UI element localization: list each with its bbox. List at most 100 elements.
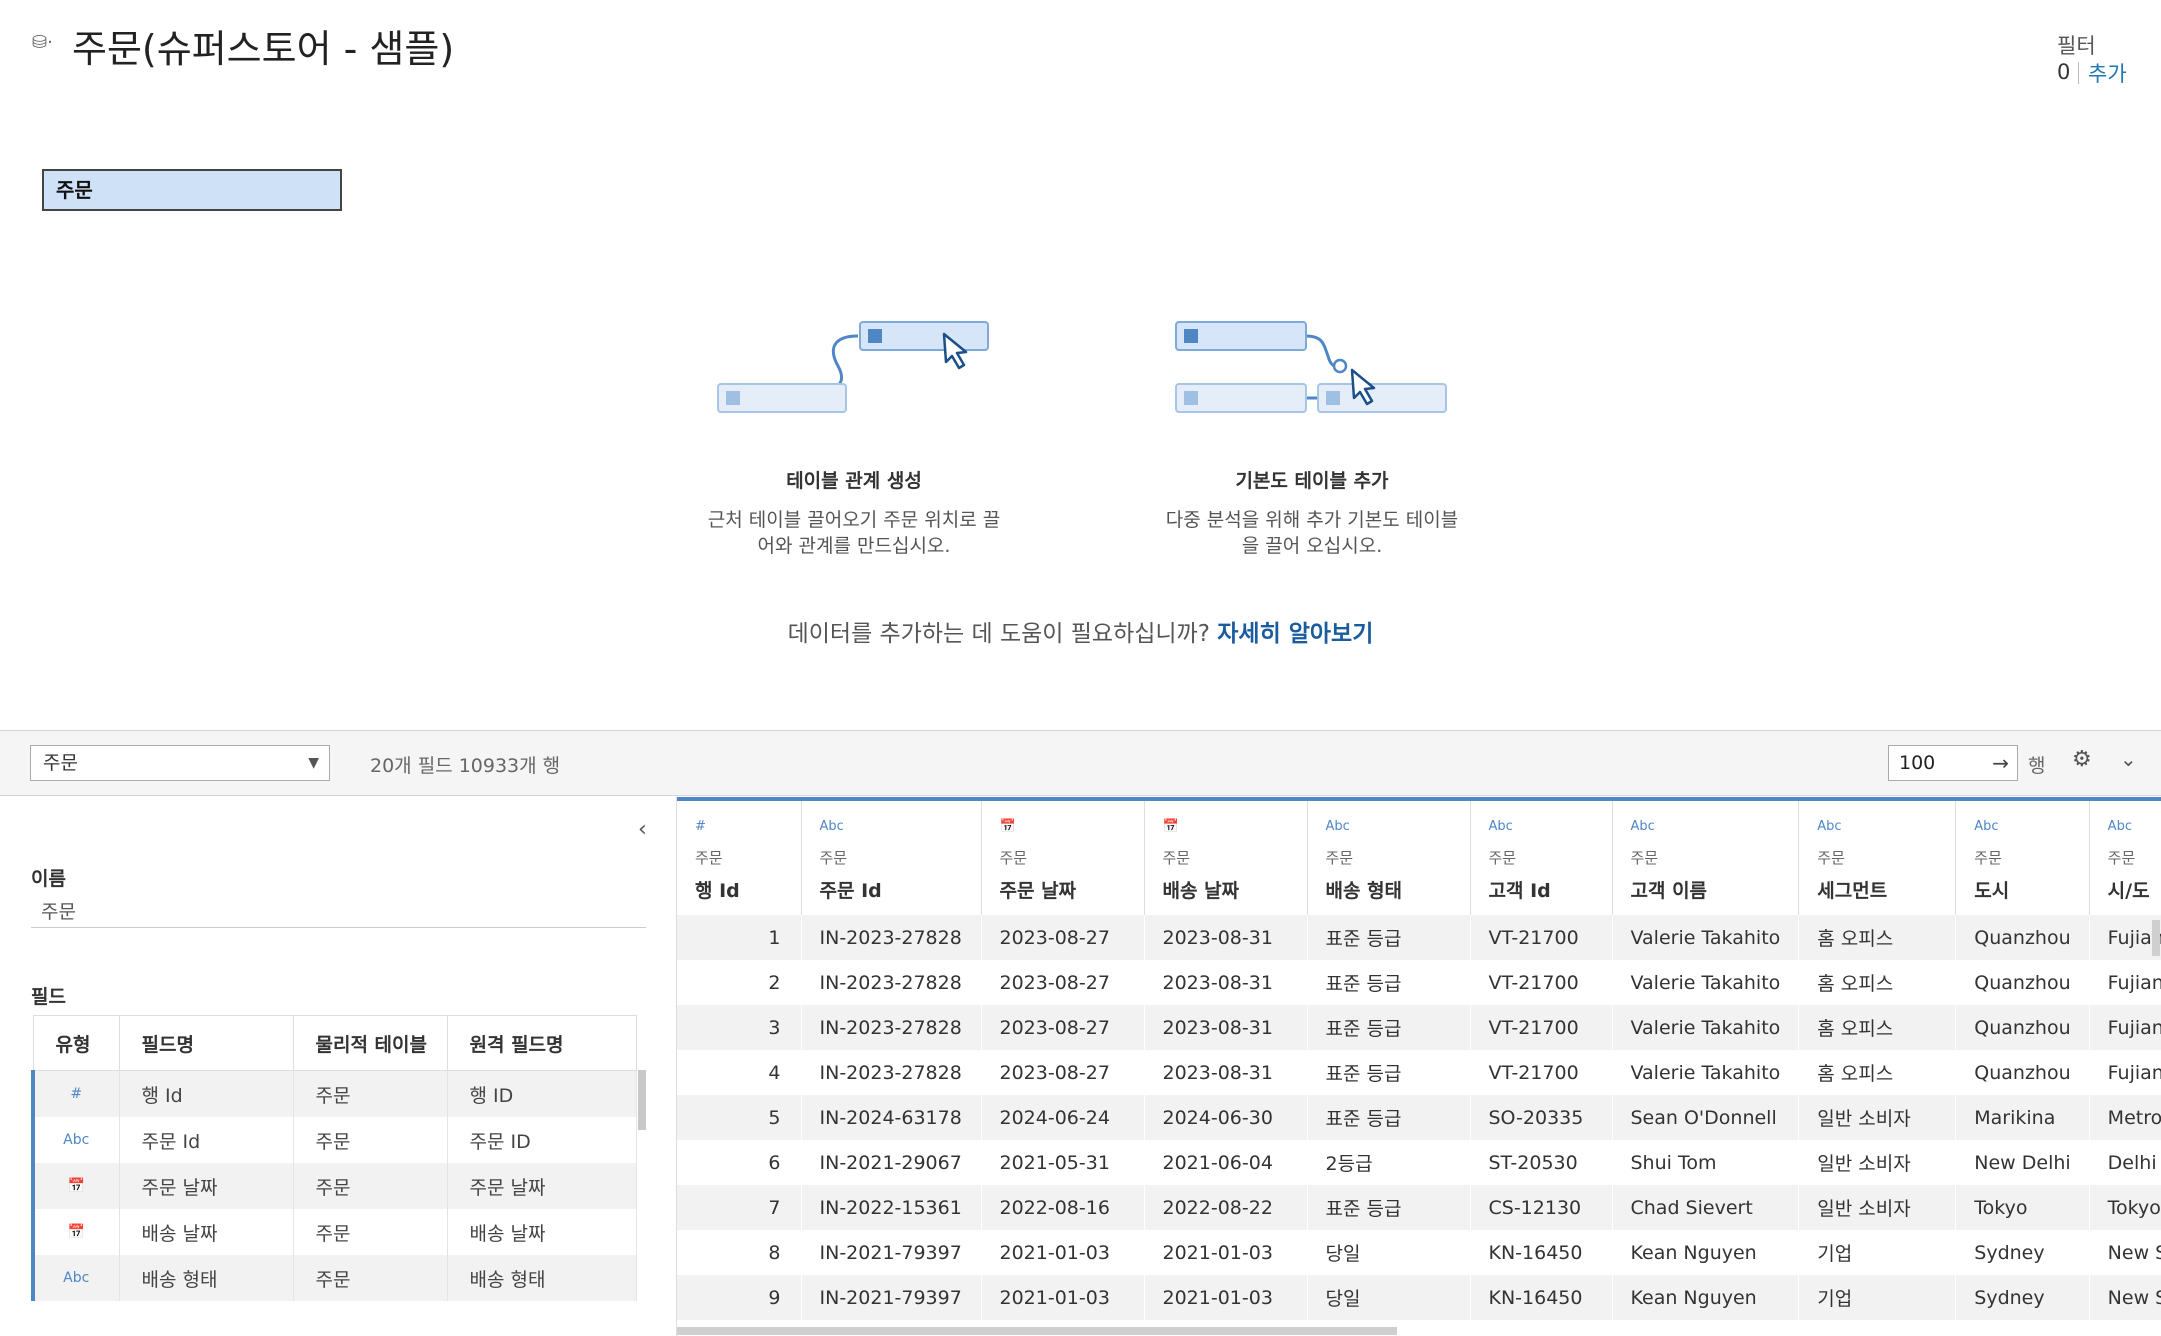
grid-cell[interactable]: KN-16450 <box>1470 1275 1613 1320</box>
rows-count-input[interactable]: 100 → <box>1888 745 2018 781</box>
table-row[interactable]: 4 IN-2023-27828 2023-08-27 2023-08-31 표준 등급 V… <box>677 1050 2161 1095</box>
grid-cell[interactable]: Fujian <box>2089 915 2161 960</box>
grid-cell[interactable]: 2등급 <box>1307 1140 1471 1185</box>
field-row[interactable]: 📅 주문 날짜 주문 주문 날짜 <box>31 1163 637 1209</box>
field-name-cell[interactable]: 주문 Id <box>119 1117 294 1163</box>
grid-cell[interactable]: Quanzhou <box>1955 1005 2090 1050</box>
grid-column-header[interactable]: 📅 주문 주문 날짜 <box>981 797 1145 915</box>
grid-column-header[interactable]: Abc 주문 고객 Id <box>1470 797 1613 915</box>
grid-cell[interactable]: 2023-08-27 <box>981 1005 1145 1050</box>
grid-cell[interactable]: 2023-08-27 <box>981 1050 1145 1095</box>
column-header-field-name[interactable]: 필드명 <box>118 1015 294 1071</box>
grid-cell[interactable]: 일반 소비자 <box>1798 1095 1957 1140</box>
grid-cell[interactable]: 3 <box>677 1005 802 1050</box>
grid-cell[interactable]: Valerie Takahito <box>1612 1050 1800 1095</box>
table-name-field[interactable]: 주문 <box>41 897 76 924</box>
datasource-title[interactable]: 주문(슈퍼스토어 - 샘플) <box>72 18 454 73</box>
field-name-cell[interactable]: 배송 형태 <box>119 1255 294 1301</box>
grid-cell[interactable]: Metro Manila <box>2089 1095 2161 1140</box>
grid-cell[interactable]: 기업 <box>1798 1275 1957 1320</box>
logical-table-orders[interactable]: 주문 <box>42 169 342 211</box>
grid-cell[interactable]: Quanzhou <box>1955 1050 2090 1095</box>
field-row[interactable]: 📅 배송 날짜 주문 배송 날짜 <box>31 1209 637 1255</box>
grid-cell[interactable]: 5 <box>677 1095 802 1140</box>
table-row[interactable]: 3 IN-2023-27828 2023-08-27 2023-08-31 표준 등급 V… <box>677 1005 2161 1050</box>
grid-cell[interactable]: 2023-08-31 <box>1144 915 1308 960</box>
grid-cell[interactable]: Marikina <box>1955 1095 2090 1140</box>
grid-cell[interactable]: 표준 등급 <box>1307 1050 1471 1095</box>
database-icon[interactable]: ⛁· <box>32 32 53 53</box>
grid-cell[interactable]: CS-12130 <box>1470 1185 1613 1230</box>
gear-icon[interactable]: ⚙ <box>2072 747 2092 772</box>
learn-more-link[interactable]: 자세히 알아보기 <box>1217 621 1373 647</box>
grid-column-header[interactable]: Abc 주문 세그먼트 <box>1798 797 1957 915</box>
scrollbar[interactable] <box>638 1070 646 1130</box>
grid-cell[interactable]: SO-20335 <box>1470 1095 1613 1140</box>
grid-cell[interactable]: Fujian <box>2089 960 2161 1005</box>
grid-cell[interactable]: 2024-06-24 <box>981 1095 1145 1140</box>
grid-cell[interactable]: 2021-01-03 <box>981 1275 1145 1320</box>
field-row[interactable]: Abc 배송 형태 주문 배송 형태 <box>31 1255 637 1301</box>
grid-cell[interactable]: 일반 소비자 <box>1798 1185 1957 1230</box>
grid-cell[interactable]: 표준 등급 <box>1307 915 1471 960</box>
grid-cell[interactable]: VT-21700 <box>1470 1005 1613 1050</box>
grid-cell[interactable]: New South Wal <box>2089 1275 2161 1320</box>
grid-cell[interactable]: Sean O'Donnell <box>1612 1095 1800 1140</box>
vertical-scrollbar[interactable] <box>2152 920 2160 956</box>
grid-cell[interactable]: IN-2023-27828 <box>801 960 982 1005</box>
grid-cell[interactable]: 2021-01-03 <box>1144 1275 1308 1320</box>
table-row[interactable]: 7 IN-2022-15361 2022-08-16 2022-08-22 표준 등급 C… <box>677 1185 2161 1230</box>
grid-cell[interactable]: VT-21700 <box>1470 960 1613 1005</box>
grid-cell[interactable]: Tokyo <box>2089 1185 2161 1230</box>
grid-cell[interactable]: ST-20530 <box>1470 1140 1613 1185</box>
grid-cell[interactable]: Sydney <box>1955 1230 2090 1275</box>
field-name-cell[interactable]: 배송 날짜 <box>119 1209 294 1255</box>
field-row[interactable]: Abc 주문 Id 주문 주문 ID <box>31 1117 637 1163</box>
grid-cell[interactable]: Kean Nguyen <box>1612 1230 1800 1275</box>
grid-cell[interactable]: 홈 오피스 <box>1798 1005 1957 1050</box>
grid-cell[interactable]: 7 <box>677 1185 802 1230</box>
arrow-right-icon[interactable]: → <box>1992 746 2009 780</box>
grid-cell[interactable]: IN-2024-63178 <box>801 1095 982 1140</box>
grid-cell[interactable]: 4 <box>677 1050 802 1095</box>
grid-cell[interactable]: Valerie Takahito <box>1612 1005 1800 1050</box>
grid-cell[interactable]: KN-16450 <box>1470 1230 1613 1275</box>
grid-cell[interactable]: 2024-06-30 <box>1144 1095 1308 1140</box>
grid-cell[interactable]: Fujian <box>2089 1050 2161 1095</box>
grid-cell[interactable]: Tokyo <box>1955 1185 2090 1230</box>
grid-column-header[interactable]: Abc 주문 고객 이름 <box>1612 797 1800 915</box>
grid-cell[interactable]: 기업 <box>1798 1230 1957 1275</box>
grid-cell[interactable]: 홈 오피스 <box>1798 960 1957 1005</box>
field-name-cell[interactable]: 주문 날짜 <box>119 1163 294 1209</box>
grid-cell[interactable]: 홈 오피스 <box>1798 1050 1957 1095</box>
grid-cell[interactable]: IN-2021-29067 <box>801 1140 982 1185</box>
grid-cell[interactable]: 8 <box>677 1230 802 1275</box>
grid-cell[interactable]: New South Wal <box>2089 1230 2161 1275</box>
grid-cell[interactable]: 2022-08-22 <box>1144 1185 1308 1230</box>
grid-cell[interactable]: 2023-08-31 <box>1144 1005 1308 1050</box>
grid-cell[interactable]: Quanzhou <box>1955 960 2090 1005</box>
horizontal-scrollbar[interactable] <box>677 1327 1397 1335</box>
table-row[interactable]: 6 IN-2021-29067 2021-05-31 2021-06-04 2등급 ST-… <box>677 1140 2161 1185</box>
field-row[interactable]: # 행 Id 주문 행 ID <box>31 1070 637 1117</box>
grid-cell[interactable]: 표준 등급 <box>1307 1185 1471 1230</box>
grid-cell[interactable]: Delhi <box>2089 1140 2161 1185</box>
grid-column-header[interactable]: # 주문 행 Id <box>677 797 802 915</box>
grid-cell[interactable]: 표준 등급 <box>1307 1095 1471 1140</box>
grid-cell[interactable]: 당일 <box>1307 1275 1471 1320</box>
chevron-down-icon[interactable]: ⌄ <box>2120 747 2137 771</box>
grid-cell[interactable]: 일반 소비자 <box>1798 1140 1957 1185</box>
grid-cell[interactable]: 표준 등급 <box>1307 1005 1471 1050</box>
table-row[interactable]: 9 IN-2021-79397 2021-01-03 2021-01-03 당일 KN-1… <box>677 1275 2161 1320</box>
grid-cell[interactable]: 2 <box>677 960 802 1005</box>
grid-cell[interactable]: 홈 오피스 <box>1798 915 1957 960</box>
grid-cell[interactable]: 2022-08-16 <box>981 1185 1145 1230</box>
grid-cell[interactable]: Shui Tom <box>1612 1140 1800 1185</box>
chevron-left-icon[interactable]: ‹ <box>638 817 647 842</box>
grid-cell[interactable]: VT-21700 <box>1470 915 1613 960</box>
grid-column-header[interactable]: Abc 주문 배송 형태 <box>1307 797 1471 915</box>
grid-cell[interactable]: IN-2021-79397 <box>801 1230 982 1275</box>
column-header-type[interactable]: 유형 <box>32 1015 120 1071</box>
grid-cell[interactable]: 2023-08-27 <box>981 960 1145 1005</box>
grid-cell[interactable]: Sydney <box>1955 1275 2090 1320</box>
